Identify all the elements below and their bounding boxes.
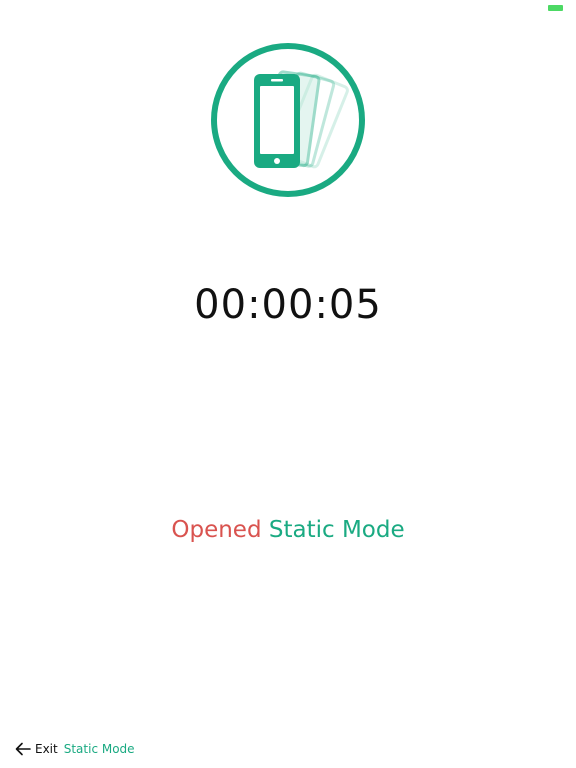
arrow-left-icon	[15, 742, 31, 756]
exit-mode-label: Static Mode	[63, 742, 135, 756]
exit-label: Exit	[35, 742, 58, 756]
status-opened-text: Opened	[171, 517, 262, 543]
status-mode-text: Static Mode	[268, 517, 405, 543]
battery-indicator	[548, 5, 563, 11]
mode-status: Opened Static Mode	[0, 517, 576, 543]
phone-shake-icon	[211, 43, 365, 197]
elapsed-timer: 00:00:05	[194, 282, 382, 328]
static-mode-screen: 00:00:05 Opened Static Mode Exit Static …	[0, 0, 576, 768]
exit-static-mode-button[interactable]: Exit Static Mode	[15, 740, 135, 758]
